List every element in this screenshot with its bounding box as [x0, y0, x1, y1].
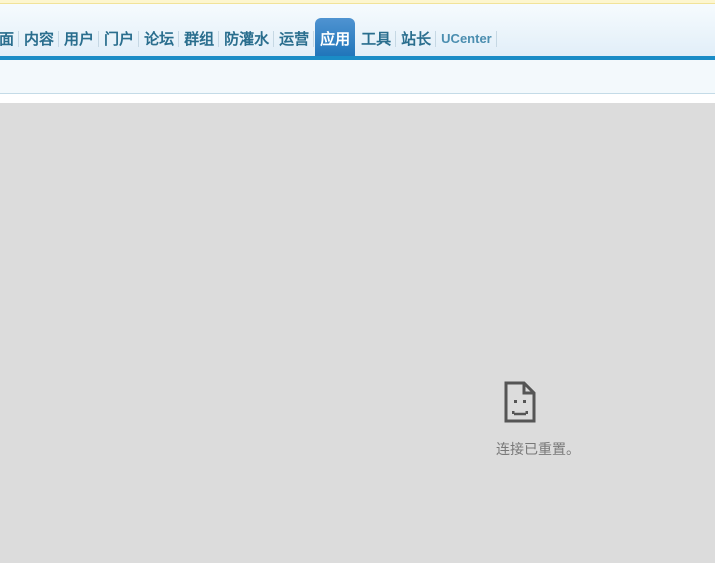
admin-top-nav: 面 内容 用户 门户 论坛 群组 防灌水 运营 应用 工具 站长 UCenter — [0, 4, 715, 58]
tab-anti-spam[interactable]: 防灌水 — [219, 18, 275, 58]
tab-ucenter[interactable]: UCenter — [436, 18, 497, 58]
tab-operations[interactable]: 运营 — [274, 18, 315, 58]
tab-groups[interactable]: 群组 — [179, 18, 220, 58]
error-message: 连接已重置。 — [496, 442, 580, 458]
tab-users[interactable]: 用户 — [59, 18, 100, 58]
content-frame: 连接已重置。 — [0, 103, 715, 563]
tab-portal[interactable]: 门户 — [99, 18, 140, 58]
tab-content[interactable]: 内容 — [19, 18, 60, 58]
sub-navigation — [0, 60, 715, 94]
tab-apps[interactable]: 应用 — [315, 18, 356, 58]
tab-webmaster[interactable]: 站长 — [396, 18, 437, 58]
sad-document-icon — [504, 381, 536, 423]
nav-tabs: 面 内容 用户 门户 论坛 群组 防灌水 运营 应用 工具 站长 UCenter — [0, 18, 497, 58]
tab-forum[interactable]: 论坛 — [139, 18, 180, 58]
browser-viewport: 面 内容 用户 门户 论坛 群组 防灌水 运营 应用 工具 站长 UCenter… — [0, 0, 715, 563]
tab-tools[interactable]: 工具 — [356, 18, 397, 58]
tab-home[interactable]: 面 — [0, 18, 20, 58]
